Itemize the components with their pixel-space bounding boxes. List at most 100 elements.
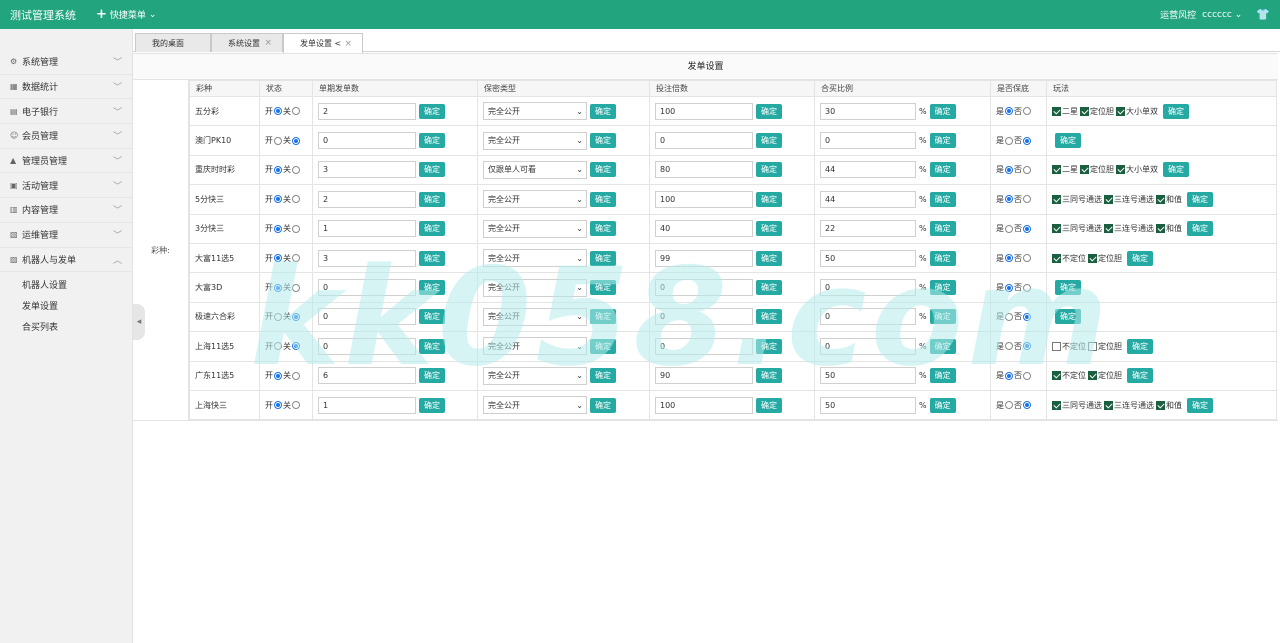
play-option[interactable]: 定位胆 xyxy=(1080,164,1114,175)
confirm-button[interactable]: 确定 xyxy=(419,133,445,149)
play-option[interactable]: 大小单双 xyxy=(1116,106,1158,117)
confirm-button[interactable]: 确定 xyxy=(419,162,445,178)
secrecy-select[interactable]: 完全公开 ⌄ xyxy=(483,219,587,238)
sidebar-subitem[interactable]: 机器人设置 xyxy=(0,276,132,297)
confirm-button[interactable]: 确定 xyxy=(590,397,616,413)
guarantee-no-radio[interactable] xyxy=(1023,401,1031,410)
play-option[interactable]: 不定位 xyxy=(1052,370,1086,381)
guarantee-no-radio[interactable] xyxy=(1023,107,1031,116)
status-on-radio[interactable] xyxy=(274,342,282,351)
ratio-input[interactable]: 30 xyxy=(820,102,916,120)
confirm-button[interactable]: 确定 xyxy=(419,103,445,119)
status-on-radio[interactable] xyxy=(274,195,282,204)
status-on-radio[interactable] xyxy=(274,401,282,410)
confirm-button[interactable]: 确定 xyxy=(756,368,782,384)
guarantee-yes-radio[interactable] xyxy=(1005,401,1013,410)
play-checkbox[interactable] xyxy=(1156,400,1165,410)
play-option[interactable]: 三同号通选 xyxy=(1052,400,1102,411)
status-on-radio[interactable] xyxy=(274,371,282,380)
play-checkbox[interactable] xyxy=(1088,253,1097,263)
guarantee-no-radio[interactable] xyxy=(1023,371,1031,380)
confirm-button[interactable]: 确定 xyxy=(419,191,445,207)
ratio-input[interactable]: 0 xyxy=(820,337,916,355)
status-off-radio[interactable] xyxy=(292,136,300,145)
count-input[interactable]: 3 xyxy=(318,161,416,179)
sidebar-item[interactable]: ▨ 机器人与发单 ︿ xyxy=(0,248,132,273)
play-checkbox[interactable] xyxy=(1052,165,1061,175)
guarantee-yes-radio[interactable] xyxy=(1005,195,1013,204)
status-on-radio[interactable] xyxy=(274,136,282,145)
skin-icon[interactable]: 👕 xyxy=(1256,8,1270,21)
sidebar-item[interactable]: ▲ 管理员管理 ﹀ xyxy=(0,149,132,174)
play-option[interactable]: 三连号通选 xyxy=(1104,400,1154,411)
secrecy-select[interactable]: 完全公开 ⌄ xyxy=(483,307,587,326)
status-on-radio[interactable] xyxy=(274,224,282,233)
secrecy-select[interactable]: 完全公开 ⌄ xyxy=(483,249,587,268)
guarantee-yes-radio[interactable] xyxy=(1005,224,1013,233)
play-checkbox[interactable] xyxy=(1156,224,1165,234)
confirm-button[interactable]: 确定 xyxy=(1163,162,1189,178)
secrecy-select[interactable]: 仅跟单人可看 ⌄ xyxy=(483,160,587,179)
confirm-button[interactable]: 确定 xyxy=(756,191,782,207)
play-option[interactable]: 不定位 xyxy=(1052,341,1086,352)
confirm-button[interactable]: 确定 xyxy=(590,368,616,384)
multiple-input[interactable]: 40 xyxy=(655,220,753,238)
guarantee-yes-radio[interactable] xyxy=(1005,283,1013,292)
play-checkbox[interactable] xyxy=(1052,106,1061,116)
status-off-radio[interactable] xyxy=(292,401,300,410)
play-option[interactable]: 定位胆 xyxy=(1088,370,1122,381)
guarantee-yes-radio[interactable] xyxy=(1005,136,1013,145)
count-input[interactable]: 6 xyxy=(318,367,416,385)
ratio-input[interactable]: 22 xyxy=(820,220,916,238)
secrecy-select[interactable]: 完全公开 ⌄ xyxy=(483,190,587,209)
confirm-button[interactable]: 确定 xyxy=(1187,191,1213,207)
sidebar-item[interactable]: ⚙ 系统管理 ﹀ xyxy=(0,50,132,75)
confirm-button[interactable]: 确定 xyxy=(1055,309,1081,325)
confirm-button[interactable]: 确定 xyxy=(1187,397,1213,413)
confirm-button[interactable]: 确定 xyxy=(590,162,616,178)
multiple-input[interactable]: 100 xyxy=(655,396,753,414)
play-checkbox[interactable] xyxy=(1080,106,1089,116)
play-checkbox[interactable] xyxy=(1088,371,1097,381)
count-input[interactable]: 1 xyxy=(318,396,416,414)
status-on-radio[interactable] xyxy=(274,107,282,116)
status-off-radio[interactable] xyxy=(292,342,300,351)
sidebar-subitem[interactable]: 合买列表 xyxy=(0,318,132,339)
play-checkbox[interactable] xyxy=(1104,400,1113,410)
secrecy-select[interactable]: 完全公开 ⌄ xyxy=(483,396,587,415)
ratio-input[interactable]: 0 xyxy=(820,132,916,150)
confirm-button[interactable]: 确定 xyxy=(419,368,445,384)
guarantee-no-radio[interactable] xyxy=(1023,312,1031,321)
tab-system-settings[interactable]: 系统设置 × xyxy=(211,33,283,52)
confirm-button[interactable]: 确定 xyxy=(756,309,782,325)
multiple-input[interactable]: 80 xyxy=(655,161,753,179)
count-input[interactable]: 0 xyxy=(318,132,416,150)
play-option[interactable]: 和值 xyxy=(1156,223,1182,234)
confirm-button[interactable]: 确定 xyxy=(756,133,782,149)
tab-order-settings[interactable]: 发单设置 < × xyxy=(283,33,363,53)
status-off-radio[interactable] xyxy=(292,224,300,233)
play-checkbox[interactable] xyxy=(1052,341,1061,351)
confirm-button[interactable]: 确定 xyxy=(590,309,616,325)
count-input[interactable]: 3 xyxy=(318,249,416,267)
confirm-button[interactable]: 确定 xyxy=(590,133,616,149)
confirm-button[interactable]: 确定 xyxy=(756,162,782,178)
play-checkbox[interactable] xyxy=(1104,194,1113,204)
ratio-input[interactable]: 44 xyxy=(820,161,916,179)
play-checkbox[interactable] xyxy=(1052,371,1061,381)
count-input[interactable]: 2 xyxy=(318,190,416,208)
play-checkbox[interactable] xyxy=(1052,400,1061,410)
confirm-button[interactable]: 确定 xyxy=(929,221,956,237)
status-off-radio[interactable] xyxy=(292,107,300,116)
confirm-button[interactable]: 确定 xyxy=(929,250,956,266)
status-off-radio[interactable] xyxy=(292,312,300,321)
confirm-button[interactable]: 确定 xyxy=(590,191,616,207)
confirm-button[interactable]: 确定 xyxy=(1127,368,1153,384)
multiple-input[interactable]: 0 xyxy=(655,337,753,355)
sidebar-item[interactable]: ☺ 会员管理 ﹀ xyxy=(0,124,132,149)
confirm-button[interactable]: 确定 xyxy=(419,250,445,266)
play-option[interactable]: 三连号通选 xyxy=(1104,194,1154,205)
confirm-button[interactable]: 确定 xyxy=(756,397,782,413)
guarantee-yes-radio[interactable] xyxy=(1005,165,1013,174)
confirm-button[interactable]: 确定 xyxy=(756,280,782,296)
